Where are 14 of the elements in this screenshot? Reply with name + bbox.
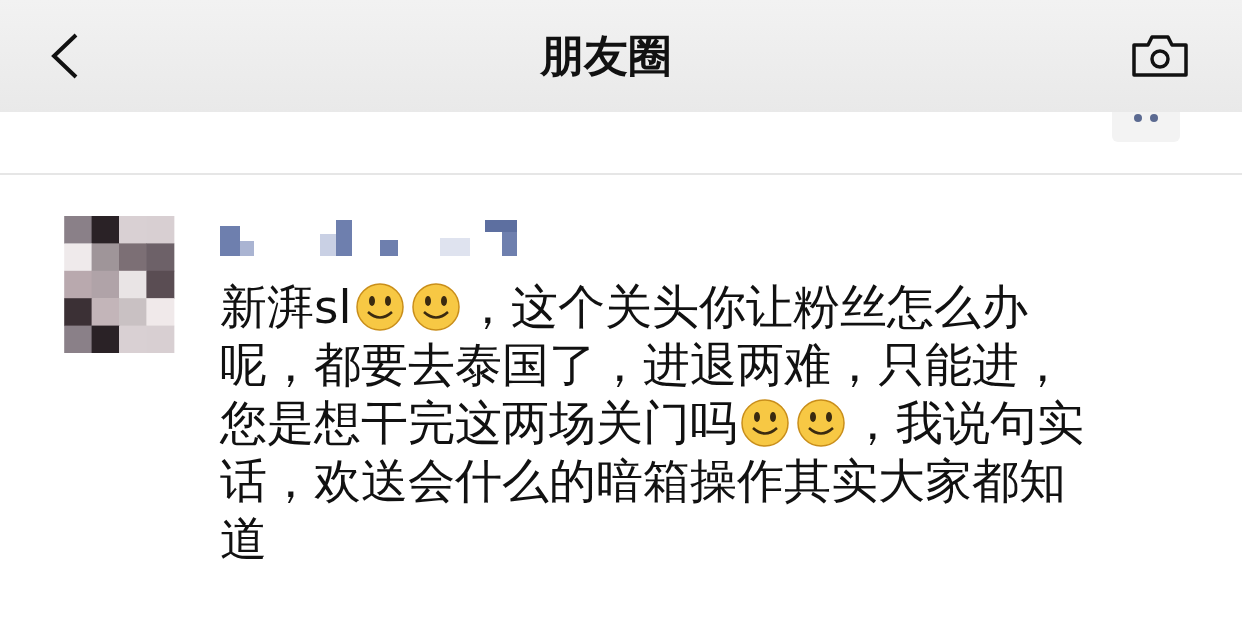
post-text: ，这个关头你让粉丝怎么办 [463, 278, 1028, 336]
camera-icon[interactable] [1130, 33, 1190, 79]
post-text: 您是想干完这两场关门吗 [220, 394, 737, 452]
smiley-icon [740, 398, 790, 448]
more-button[interactable] [1112, 112, 1180, 142]
page-title: 朋友圈 [540, 28, 672, 83]
smiley-icon [354, 282, 405, 332]
post-text: 道 [220, 510, 267, 568]
post-text: 新湃sl [220, 278, 352, 336]
smiley-icon [796, 398, 846, 448]
smiley-icon [410, 282, 461, 332]
post-text: 呢，都要去泰国了，进退两难，只能进， [220, 336, 1066, 394]
post-text: ，我说句实 [849, 394, 1084, 452]
post-text: 话，欢送会什么的暗箱操作其实大家都知 [220, 452, 1066, 510]
